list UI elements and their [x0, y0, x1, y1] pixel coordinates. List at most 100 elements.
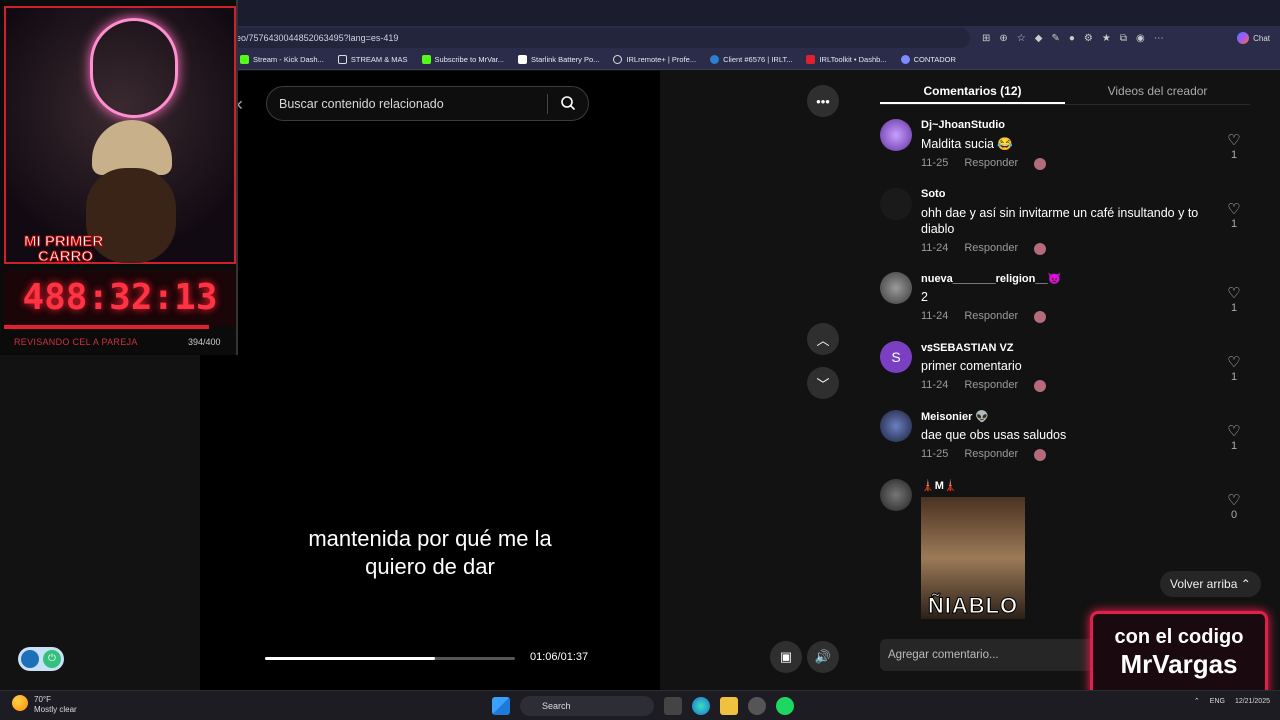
avatar[interactable] [880, 272, 912, 304]
bookmark-item[interactable]: Starlink Battery Po... [518, 55, 599, 64]
taskbar-search[interactable]: Search [520, 696, 654, 716]
comment-username[interactable]: Dj~JhoanStudio [921, 119, 1005, 131]
pip-icon: ▣ [779, 649, 793, 664]
extension-icon[interactable]: ◆ [1035, 33, 1043, 44]
creator-liked-icon [1034, 158, 1047, 170]
page-content: ✕ Buscar contenido relacionado mantenida… [200, 71, 1280, 690]
favorite-icon[interactable]: ☆ [1017, 33, 1026, 44]
creator-liked-icon [1034, 380, 1047, 392]
profile-icon[interactable]: ◉ [1136, 33, 1145, 44]
obs-icon[interactable] [748, 697, 766, 715]
zoom-icon[interactable]: ⊕ [999, 33, 1007, 44]
like-count: 0 [1230, 509, 1238, 521]
url-field[interactable]: eo/7576430044852063495?lang=es-419 [230, 28, 970, 48]
like-button[interactable]: ♡ 1 [1222, 202, 1246, 231]
pip-button[interactable]: ▣ [770, 641, 802, 673]
tab-comments[interactable]: Comentarios (12) [880, 71, 1065, 104]
bookmark-item[interactable]: IRLremote+ | Profe... [613, 55, 696, 64]
like-button[interactable]: ♡ 1 [1222, 286, 1246, 315]
comment-sticker-image[interactable]: ÑIABLO [921, 497, 1025, 619]
overlay-toggle[interactable]: ⏻ [18, 647, 64, 671]
creator-liked-icon [1034, 243, 1047, 255]
tab-creator-videos[interactable]: Videos del creador [1065, 71, 1250, 104]
language-indicator[interactable]: ENG [1210, 698, 1225, 705]
search-input[interactable]: Buscar contenido relacionado [266, 86, 589, 121]
comment-username[interactable]: Soto [921, 188, 945, 200]
irltoolkit-icon [806, 55, 816, 64]
spotify-icon[interactable] [776, 697, 794, 715]
comment-username[interactable]: 🗼M🗼 [921, 479, 958, 492]
file-explorer-icon[interactable] [720, 697, 738, 715]
comment-item: 🗼M🗼 ÑIABLO ♡ 0 [880, 479, 1260, 625]
extension-icon[interactable]: ✎ [1051, 33, 1059, 44]
reply-button[interactable]: Responder [964, 310, 1018, 323]
avatar[interactable]: S [880, 341, 912, 373]
comment-item: nueva_______religion__👿 2 11-24 Responder… [880, 272, 1260, 334]
chevron-up-icon: ︿ [816, 332, 830, 348]
like-button[interactable]: ♡ 1 [1222, 424, 1246, 453]
extension-icon[interactable]: ● [1069, 33, 1075, 44]
previous-video-button[interactable]: ︿ [807, 323, 839, 355]
comment-username[interactable]: ᴠꜱSEBASTIAN VZ [921, 341, 1014, 354]
like-count: 1 [1230, 302, 1238, 314]
bookmark-item[interactable]: STREAM & MAS [337, 55, 408, 64]
favorites-bar-icon[interactable]: ★ [1102, 33, 1111, 44]
like-count: 1 [1230, 149, 1238, 161]
bookmark-item[interactable]: Subscribe to MrVar... [421, 55, 504, 64]
avatar[interactable] [880, 410, 912, 442]
reply-button[interactable]: Responder [964, 157, 1018, 170]
scroll-top-button[interactable]: Volver arriba ⌃ [1160, 571, 1261, 597]
folder-icon [337, 55, 347, 64]
subathon-timer: 488:32:13 [4, 270, 236, 326]
more-options-button[interactable]: ••• [807, 85, 839, 117]
reply-button[interactable]: Responder [964, 242, 1018, 255]
video-player[interactable]: ✕ Buscar contenido relacionado mantenida… [200, 71, 660, 690]
extension-icon[interactable]: ⚙ [1084, 33, 1093, 44]
more-icon: ••• [816, 93, 830, 109]
taskbar-apps: Search [492, 696, 794, 716]
comment-username[interactable]: nueva_______religion__👿 [921, 272, 1061, 285]
clock-date[interactable]: 12/21/2025 [1235, 698, 1270, 705]
banner-line: MI PRIMER [23, 233, 104, 250]
video-time: 01:06/01:37 [530, 651, 589, 663]
progress-bar[interactable] [265, 657, 515, 660]
more-icon[interactable]: ⋯ [1154, 33, 1164, 44]
stream-overlay: MI PRIMER CARRO 488:32:13 REVISANDO CEL … [0, 0, 238, 355]
edge-icon[interactable] [692, 697, 710, 715]
reply-button[interactable]: Responder [964, 379, 1018, 392]
bookmarks-bar: Stream - Kick Dash... STREAM & MAS Subsc… [200, 50, 1280, 70]
like-button[interactable]: ♡ 1 [1222, 133, 1246, 162]
bookmark-item[interactable]: IRLToolkit • Dashb... [806, 55, 887, 64]
globe-icon [613, 55, 623, 64]
comment-username[interactable]: Meisonier 👽 [921, 410, 989, 423]
copilot-chat-button[interactable]: Chat [1237, 32, 1270, 44]
reply-button[interactable]: Responder [964, 448, 1018, 461]
chevron-up-icon[interactable]: ⌃ [1194, 697, 1200, 705]
video-subtitle: mantenida por qué me la quiero de dar [260, 525, 600, 581]
counter-icon [900, 55, 910, 64]
progress-fill [265, 657, 435, 660]
like-count: 1 [1230, 440, 1238, 452]
bookmark-item[interactable]: Client #6576 | IRLT... [710, 55, 792, 64]
comment-meta: 11-24 Responder [921, 242, 1047, 255]
collections-icon[interactable]: ⧉ [1120, 33, 1127, 44]
next-video-button[interactable]: ﹀ [807, 367, 839, 399]
bookmark-item[interactable]: CONTADOR [900, 55, 956, 64]
avatar[interactable] [880, 479, 912, 511]
bookmark-item[interactable]: Stream - Kick Dash... [240, 55, 324, 64]
banner-line: CARRO [37, 248, 93, 265]
like-button[interactable]: ♡ 1 [1222, 355, 1246, 384]
like-button[interactable]: ♡ 0 [1222, 493, 1246, 522]
avatar[interactable] [880, 119, 912, 151]
comment-item: Meisonier 👽 dae que obs usas saludos 11-… [880, 410, 1260, 472]
task-view-icon[interactable] [664, 697, 682, 715]
search-icon[interactable] [560, 95, 576, 111]
windows-start-icon[interactable] [492, 697, 510, 715]
like-count: 1 [1230, 218, 1238, 230]
weather-widget[interactable]: 70°F Mostly clear [12, 695, 77, 715]
tabs: Comentarios (12) Videos del creador [880, 71, 1250, 105]
volume-button[interactable]: 🔊 [807, 641, 839, 673]
translate-icon[interactable]: ⊞ [982, 33, 990, 44]
goal-label: REVISANDO CEL A PAREJA [14, 337, 138, 347]
avatar[interactable] [880, 188, 912, 220]
